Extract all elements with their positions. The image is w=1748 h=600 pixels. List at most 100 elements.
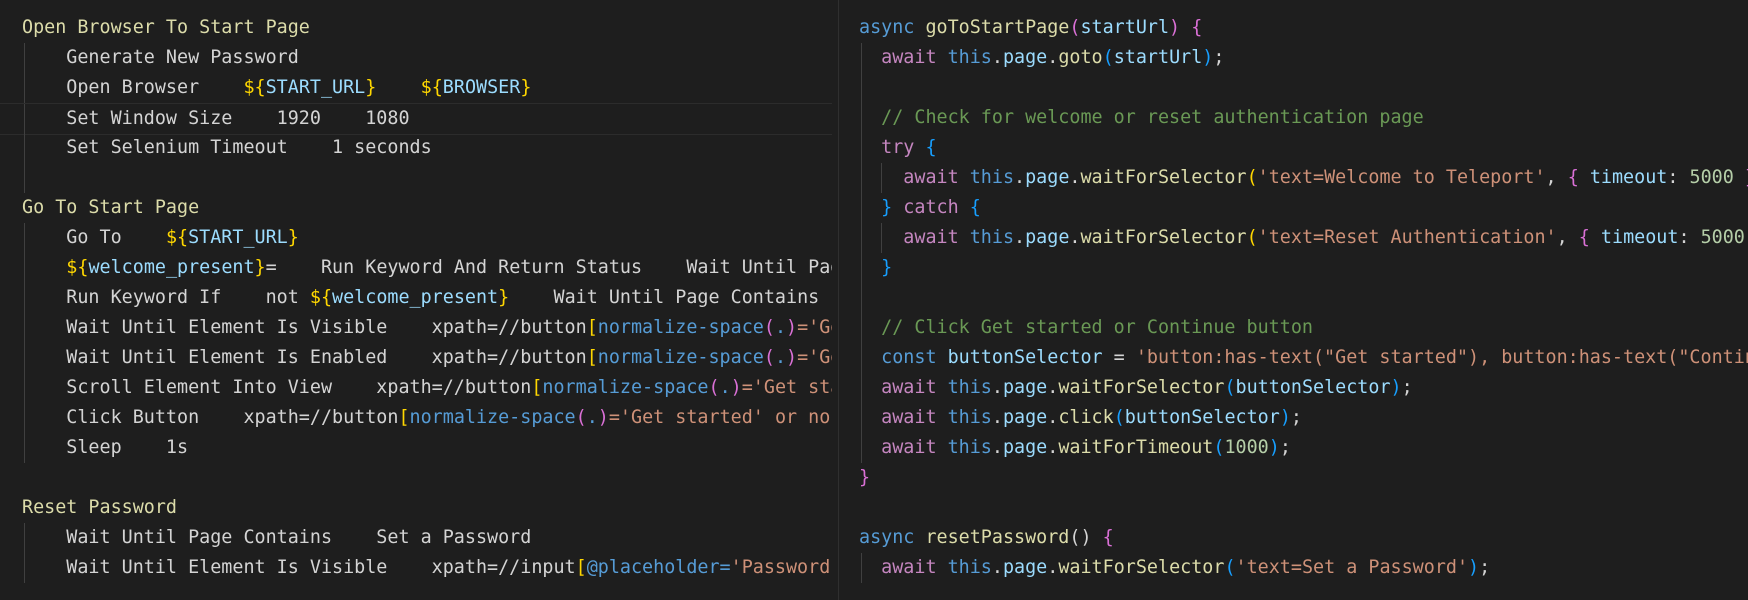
code-token: normalize-space bbox=[597, 347, 764, 368]
indent-guide bbox=[24, 343, 25, 373]
code-line[interactable]: const buttonSelector = 'button:has-text(… bbox=[840, 343, 1748, 373]
indent-guide bbox=[24, 523, 25, 553]
code-token: { bbox=[925, 137, 937, 158]
code-line[interactable]: Generate New Password bbox=[0, 43, 832, 73]
code-token: ${ bbox=[165, 227, 189, 248]
code-token: { bbox=[969, 197, 981, 218]
code-token: 'button:has-text("Get started"), button:… bbox=[1135, 347, 1748, 368]
code-line[interactable]: } bbox=[840, 253, 1748, 283]
code-token: ) bbox=[1279, 407, 1291, 428]
code-line[interactable]: async goToStartPage(startUrl) { bbox=[840, 13, 1748, 43]
code-token: } bbox=[287, 227, 299, 248]
code-line[interactable]: Click Button xpath=//button[normalize-sp… bbox=[0, 403, 832, 433]
code-token: . bbox=[586, 407, 598, 428]
indent-guide bbox=[24, 433, 25, 463]
code-line[interactable]: Open Browser To Start Page bbox=[0, 13, 832, 43]
code-token: const bbox=[881, 347, 948, 368]
code-token: 5000 bbox=[1700, 227, 1745, 248]
code-token: ( bbox=[763, 347, 775, 368]
code-token: Generate New Password bbox=[22, 47, 299, 68]
code-line[interactable]: Scroll Element Into View xpath=//button[… bbox=[0, 373, 832, 403]
code-token: Run Keyword If not bbox=[22, 287, 310, 308]
code-token: ( bbox=[1246, 227, 1258, 248]
code-token: Wait Until Page Contains Reset Authentic… bbox=[553, 287, 820, 308]
code-line[interactable]: await this.page.click(buttonSelector); bbox=[840, 403, 1748, 433]
code-token: timeout bbox=[1600, 227, 1679, 248]
code-token: . bbox=[991, 557, 1003, 578]
code-line[interactable]: Wait Until Element Is Visible xpath=//bu… bbox=[0, 313, 832, 343]
code-token: } bbox=[881, 257, 893, 278]
code-line[interactable] bbox=[0, 463, 832, 493]
code-line[interactable] bbox=[840, 283, 1748, 313]
robot-editor-pane[interactable]: Open Browser To Start Page Generate New … bbox=[0, 0, 832, 600]
code-line[interactable]: await this.page.waitForSelector(buttonSe… bbox=[840, 373, 1748, 403]
code-token: } bbox=[1734, 167, 1748, 188]
code-token: . bbox=[719, 377, 731, 398]
code-line[interactable]: ${welcome_present}= Run Keyword And Retu… bbox=[0, 253, 832, 283]
code-line[interactable] bbox=[0, 163, 832, 193]
code-token: normalize-space bbox=[542, 377, 709, 398]
code-line[interactable]: Wait Until Element Is Enabled xpath=//bu… bbox=[0, 343, 832, 373]
code-token: // Check for welcome or reset authentica… bbox=[881, 107, 1424, 128]
code-line[interactable] bbox=[840, 73, 1748, 103]
code-line[interactable]: Open Browser ${START_URL} ${BROWSER} bbox=[0, 73, 832, 103]
code-token: Click Button xpath=//button bbox=[22, 407, 399, 428]
code-token: await bbox=[881, 437, 948, 458]
code-line[interactable]: Reset Password bbox=[0, 493, 832, 523]
code-token: = bbox=[1102, 347, 1136, 368]
indent-guide bbox=[24, 403, 25, 433]
indent-guide bbox=[861, 73, 862, 103]
code-token: page bbox=[1002, 377, 1048, 398]
pane-divider[interactable] bbox=[838, 0, 839, 600]
code-line[interactable]: try { bbox=[840, 133, 1748, 163]
code-line[interactable]: await this.page.goto(startUrl); bbox=[840, 43, 1748, 73]
code-token: this bbox=[947, 437, 992, 458]
code-line[interactable]: Sleep 1s bbox=[0, 433, 832, 463]
code-line[interactable]: Wait Until Page Contains Set a Password bbox=[0, 523, 832, 553]
code-line[interactable]: // Click Get started or Continue button bbox=[840, 313, 1748, 343]
code-token: ) bbox=[786, 347, 798, 368]
code-line[interactable]: Run Keyword If not ${welcome_present} Wa… bbox=[0, 283, 832, 313]
code-token: // Click Get started or Continue button bbox=[881, 317, 1313, 338]
code-line[interactable]: Wait Until Element Is Visible xpath=//in… bbox=[0, 553, 832, 583]
code-line[interactable]: await this.page.waitForSelector('text=Se… bbox=[840, 553, 1748, 583]
code-token: ( bbox=[1246, 167, 1258, 188]
code-token: this bbox=[947, 47, 992, 68]
code-line[interactable]: } bbox=[840, 463, 1748, 493]
code-line[interactable]: await this.page.waitForSelector('text=Re… bbox=[840, 223, 1748, 253]
code-line[interactable]: async resetPassword() { bbox=[840, 523, 1748, 553]
code-line[interactable] bbox=[840, 493, 1748, 523]
code-line[interactable]: Go To Start Page bbox=[0, 193, 832, 223]
code-token: page bbox=[1002, 437, 1048, 458]
code-token: this bbox=[947, 557, 992, 578]
code-line[interactable]: await this.page.waitForSelector('text=We… bbox=[840, 163, 1748, 193]
code-token: Open Browser To Start Page bbox=[22, 17, 310, 38]
code-line[interactable]: Go To ${START_URL} bbox=[0, 223, 832, 253]
code-line[interactable]: await this.page.waitForTimeout(1000); bbox=[840, 433, 1748, 463]
code-line[interactable]: Set Window Size 1920 1080 bbox=[0, 103, 832, 135]
code-token: 'Password' bbox=[730, 557, 832, 578]
code-token: page bbox=[1025, 227, 1070, 248]
indent-guide bbox=[24, 104, 25, 134]
code-token: Set Selenium Timeout 1 seconds bbox=[22, 137, 432, 158]
code-token: . bbox=[774, 317, 787, 338]
code-token: [ bbox=[575, 557, 587, 578]
code-line[interactable]: } catch { bbox=[840, 193, 1748, 223]
code-token: } bbox=[520, 77, 532, 98]
javascript-editor-pane[interactable]: async goToStartPage(startUrl) { await th… bbox=[840, 0, 1748, 600]
code-token: } bbox=[859, 467, 871, 488]
code-token: ='Get started' or normalize-space(.)='Co… bbox=[797, 347, 832, 368]
code-token: . bbox=[1047, 437, 1059, 458]
code-line[interactable]: Set Selenium Timeout 1 seconds bbox=[0, 133, 832, 163]
code-token: ) bbox=[597, 407, 609, 428]
code-token: ='Get started' or normalize-space(.)='Co… bbox=[797, 317, 832, 338]
code-token: . bbox=[1047, 47, 1059, 68]
code-token: () bbox=[1069, 527, 1103, 548]
code-token: Set Window Size 1920 1080 bbox=[22, 108, 410, 129]
code-line[interactable]: // Check for welcome or reset authentica… bbox=[840, 103, 1748, 133]
